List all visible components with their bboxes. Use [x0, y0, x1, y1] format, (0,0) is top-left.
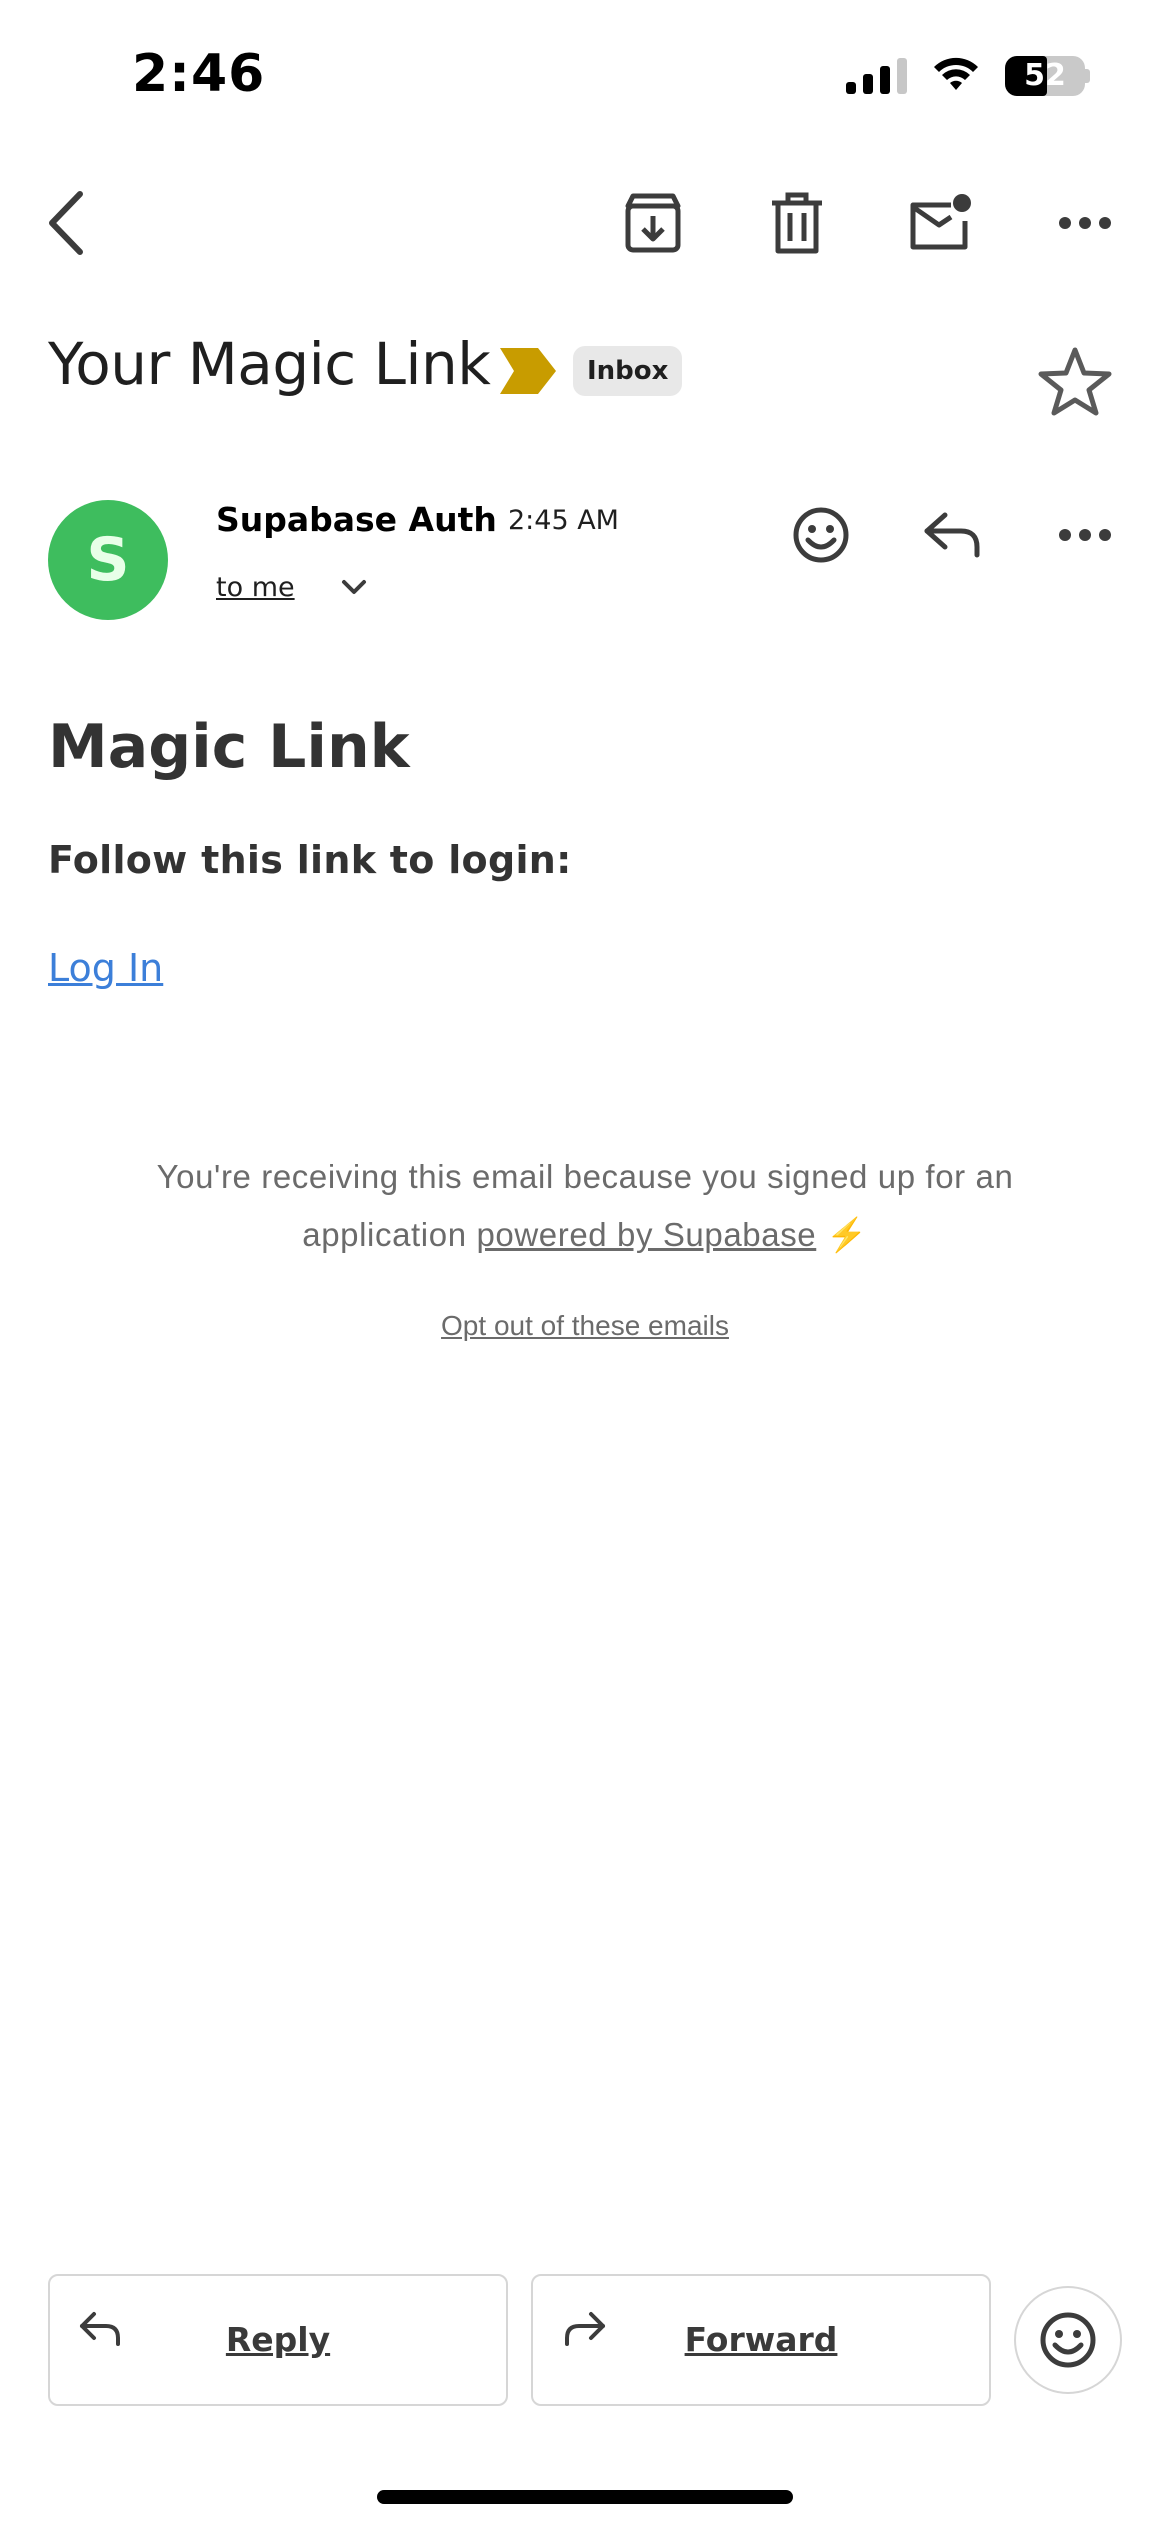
- delete-button[interactable]: [752, 178, 842, 268]
- powered-by-link[interactable]: powered by Supabase: [476, 1216, 816, 1253]
- lightning-icon: ⚡: [826, 1216, 868, 1253]
- archive-icon: [625, 193, 681, 253]
- back-icon: [49, 191, 83, 255]
- email-subject: Your Magic Link: [48, 330, 491, 398]
- reply-label: Reply: [225, 2320, 331, 2359]
- reply-icon-button[interactable]: [908, 490, 998, 580]
- message-more-button[interactable]: [1040, 490, 1130, 580]
- sender-avatar[interactable]: S: [48, 500, 168, 620]
- add-reaction-button[interactable]: [776, 490, 866, 580]
- footer-notice: You're receiving this email because you …: [100, 1148, 1070, 1264]
- wifi-icon: [931, 54, 981, 97]
- more-icon: [1059, 529, 1111, 541]
- body-heading: Magic Link: [48, 712, 410, 782]
- more-icon: [1059, 217, 1111, 229]
- sender-name: Supabase Auth: [216, 500, 497, 539]
- recipient-summary[interactable]: to me: [216, 572, 295, 603]
- forward-label: Forward: [684, 2320, 838, 2359]
- reply-icon: [924, 512, 980, 558]
- archive-button[interactable]: [608, 178, 698, 268]
- battery-icon: 52: [1005, 55, 1085, 96]
- star-button[interactable]: [1030, 336, 1120, 426]
- trash-icon: [772, 192, 822, 254]
- body-instruction: Follow this link to login:: [48, 838, 572, 882]
- reply-button[interactable]: Reply: [48, 2274, 508, 2406]
- signal-icon: [846, 57, 907, 94]
- home-indicator[interactable]: [377, 2490, 793, 2504]
- react-button[interactable]: [1014, 2286, 1122, 2394]
- back-button[interactable]: [22, 178, 112, 268]
- star-icon: [1038, 347, 1112, 416]
- label-chip-inbox[interactable]: Inbox: [573, 346, 683, 396]
- importance-marker-icon[interactable]: [500, 348, 556, 399]
- emoji-icon: [793, 507, 849, 563]
- login-link[interactable]: Log In: [48, 946, 163, 990]
- emoji-icon: [1040, 2312, 1096, 2368]
- forward-button[interactable]: Forward: [531, 2274, 991, 2406]
- mark-unread-button[interactable]: [895, 178, 985, 268]
- battery-level: 52: [1024, 58, 1066, 93]
- expand-details-button[interactable]: [340, 578, 368, 601]
- chevron-down-icon: [342, 580, 366, 594]
- more-options-button[interactable]: [1040, 178, 1130, 268]
- opt-out-link[interactable]: Opt out of these emails: [0, 1310, 1170, 1342]
- status-time: 2:46: [132, 44, 266, 104]
- mark-unread-icon: [910, 194, 971, 250]
- status-icons: 52: [846, 54, 1090, 97]
- sent-time: 2:45 AM: [508, 505, 619, 536]
